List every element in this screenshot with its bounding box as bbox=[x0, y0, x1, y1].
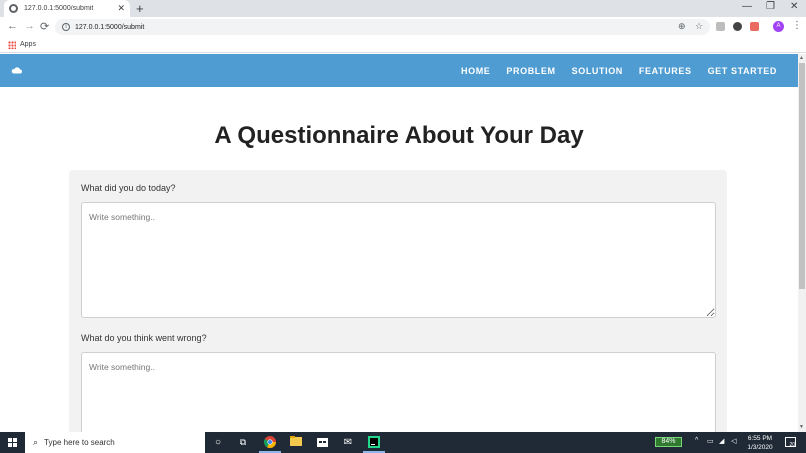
extension-icon[interactable] bbox=[716, 22, 725, 31]
address-bar[interactable]: i 127.0.0.1:5000/submit bbox=[55, 19, 710, 35]
maximize-button[interactable]: ❐ bbox=[766, 1, 775, 12]
taskbar-clock[interactable]: 6:55 PM 1/3/2020 bbox=[743, 434, 777, 452]
nav-solution[interactable]: SOLUTION bbox=[572, 66, 623, 76]
scroll-thumb[interactable] bbox=[799, 63, 805, 289]
windows-start-icon[interactable] bbox=[8, 438, 17, 447]
bookmark-star-icon[interactable]: ☆ bbox=[695, 21, 703, 32]
page-scrollbar[interactable]: ▲ ▼ bbox=[798, 54, 806, 432]
page-content: A Questionnaire About Your Day What did … bbox=[0, 87, 798, 432]
nav-features[interactable]: FEATURES bbox=[639, 66, 692, 76]
globe-icon bbox=[9, 4, 18, 13]
tab-title: 127.0.0.1:5000/submit bbox=[24, 5, 94, 12]
cortana-icon[interactable]: ○ bbox=[211, 436, 225, 449]
tab-close-icon[interactable]: ✕ bbox=[117, 3, 125, 14]
network-icon[interactable]: ◢ bbox=[719, 437, 724, 445]
minimize-button[interactable]: — bbox=[742, 1, 752, 12]
windows-taskbar: ⌕ Type here to search ○ ⧉ ✉ 84% ^ ▭ ◢ ◁ … bbox=[0, 432, 806, 453]
chrome-icon[interactable] bbox=[263, 436, 277, 449]
bookmarks-bar: Apps bbox=[0, 37, 806, 53]
pycharm-icon[interactable] bbox=[367, 436, 381, 449]
nav-get-started[interactable]: GET STARTED bbox=[708, 66, 777, 76]
notification-icon[interactable]: 20 bbox=[785, 437, 796, 448]
reload-button[interactable]: ⟳ bbox=[40, 20, 49, 33]
extension-icon[interactable] bbox=[750, 22, 759, 31]
questionnaire-form: What did you do today? What do you think… bbox=[69, 170, 727, 432]
clock-date: 1/3/2020 bbox=[747, 444, 773, 451]
tray-chevron-icon[interactable]: ^ bbox=[695, 437, 698, 444]
nav-home[interactable]: HOME bbox=[461, 66, 490, 76]
task-view-icon[interactable]: ⧉ bbox=[236, 436, 250, 449]
browser-tab-strip: 127.0.0.1:5000/submit ✕ + — ❐ ✕ bbox=[0, 0, 806, 17]
taskbar-search[interactable]: ⌕ Type here to search bbox=[25, 432, 205, 453]
extension-icon[interactable] bbox=[733, 22, 742, 31]
mail-icon[interactable]: ✉ bbox=[341, 436, 355, 449]
browser-menu-icon[interactable]: ⋮ bbox=[792, 20, 802, 31]
site-navbar: HOME PROBLEM SOLUTION FEATURES GET START… bbox=[0, 54, 798, 87]
battery-icon[interactable]: ▭ bbox=[707, 437, 714, 445]
file-explorer-icon[interactable] bbox=[289, 436, 303, 449]
browser-tab[interactable]: 127.0.0.1:5000/submit ✕ bbox=[4, 0, 130, 17]
clock-time: 6:55 PM bbox=[747, 435, 773, 442]
battery-indicator[interactable]: 84% bbox=[655, 437, 682, 447]
back-button[interactable]: ← bbox=[7, 20, 18, 32]
taskbar-search-placeholder: Type here to search bbox=[44, 438, 115, 447]
apps-grid-icon bbox=[8, 40, 16, 49]
search-icon: ⌕ bbox=[33, 437, 39, 447]
cloud-icon[interactable] bbox=[11, 67, 22, 74]
nav-problem[interactable]: PROBLEM bbox=[506, 66, 555, 76]
zoom-icon[interactable]: ⊕ bbox=[678, 21, 686, 32]
info-icon[interactable]: i bbox=[62, 23, 70, 31]
store-icon[interactable] bbox=[315, 436, 329, 449]
profile-avatar[interactable]: A bbox=[773, 21, 784, 32]
question-label: What did you do today? bbox=[81, 183, 176, 193]
scroll-down-arrow[interactable]: ▼ bbox=[799, 424, 804, 430]
question-2-textarea[interactable] bbox=[81, 352, 716, 432]
forward-button[interactable]: → bbox=[24, 20, 35, 32]
browser-toolbar: ← → ⟳ i 127.0.0.1:5000/submit ⊕ ☆ A ⋮ bbox=[0, 17, 806, 37]
nav-menu: HOME PROBLEM SOLUTION FEATURES GET START… bbox=[461, 54, 777, 87]
page-title: A Questionnaire About Your Day bbox=[214, 122, 584, 149]
question-label: What do you think went wrong? bbox=[81, 333, 207, 343]
new-tab-button[interactable]: + bbox=[136, 1, 144, 16]
url-text: 127.0.0.1:5000/submit bbox=[75, 23, 145, 31]
question-1-textarea[interactable] bbox=[81, 202, 716, 318]
apps-bookmark[interactable]: Apps bbox=[20, 41, 36, 48]
volume-icon[interactable]: ◁ bbox=[731, 437, 736, 445]
scroll-up-arrow[interactable]: ▲ bbox=[799, 55, 804, 61]
close-window-button[interactable]: ✕ bbox=[790, 1, 798, 12]
